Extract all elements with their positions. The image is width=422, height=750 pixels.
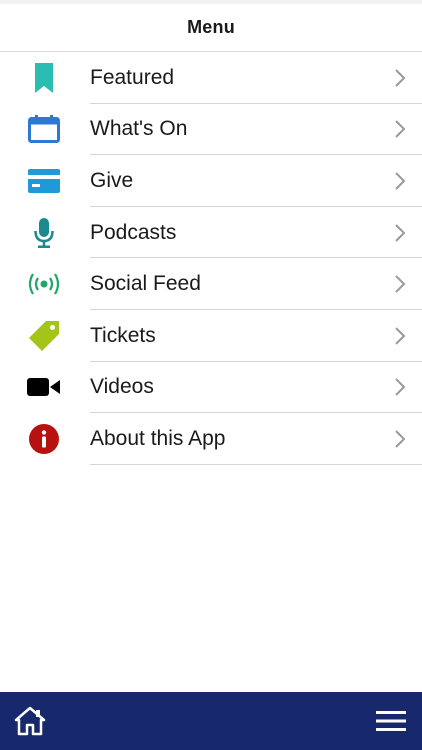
calendar-icon [26,113,62,145]
menu-item-give[interactable]: Give [0,155,422,207]
divider [90,463,422,465]
bookmark-icon [26,62,62,94]
chevron-right-icon [395,120,406,139]
menu-item-label: Social Feed [90,272,201,296]
chevron-right-icon [395,430,406,448]
menu-list: Featured What's On Give Podcasts Social … [0,52,422,465]
tag-icon [26,320,62,352]
menu-item-podcasts[interactable]: Podcasts [0,207,422,259]
page-title: Menu [187,17,235,37]
chevron-right-icon [395,378,406,397]
home-icon[interactable] [14,705,46,737]
chevron-right-icon [395,223,406,242]
chevron-right-icon [395,69,406,87]
chevron-right-icon [395,172,406,190]
hamburger-menu-icon[interactable] [376,710,406,732]
chevron-right-icon [395,327,406,345]
info-icon [26,423,62,455]
menu-header: Menu [0,4,422,52]
credit-card-icon [26,165,62,197]
menu-item-label: Podcasts [90,220,177,244]
menu-item-featured[interactable]: Featured [0,52,422,104]
menu-item-tickets[interactable]: Tickets [0,310,422,362]
menu-item-social-feed[interactable]: Social Feed [0,258,422,310]
app-screen: Menu Featured What's On Give Podcasts So… [0,0,422,750]
menu-item-videos[interactable]: Videos [0,362,422,414]
menu-item-label: Videos [90,375,154,399]
menu-item-label: Featured [90,65,175,89]
menu-item-label: About this App [90,426,226,450]
menu-item-label: Give [90,168,134,192]
microphone-icon [26,217,62,249]
menu-item-label: What's On [90,117,188,141]
menu-item-label: Tickets [90,323,156,347]
broadcast-icon [26,268,62,300]
bottom-nav-bar [0,692,422,750]
menu-item-about[interactable]: About this App [0,413,422,465]
chevron-right-icon [395,275,406,293]
menu-item-whats-on[interactable]: What's On [0,104,422,156]
video-camera-icon [26,371,62,403]
